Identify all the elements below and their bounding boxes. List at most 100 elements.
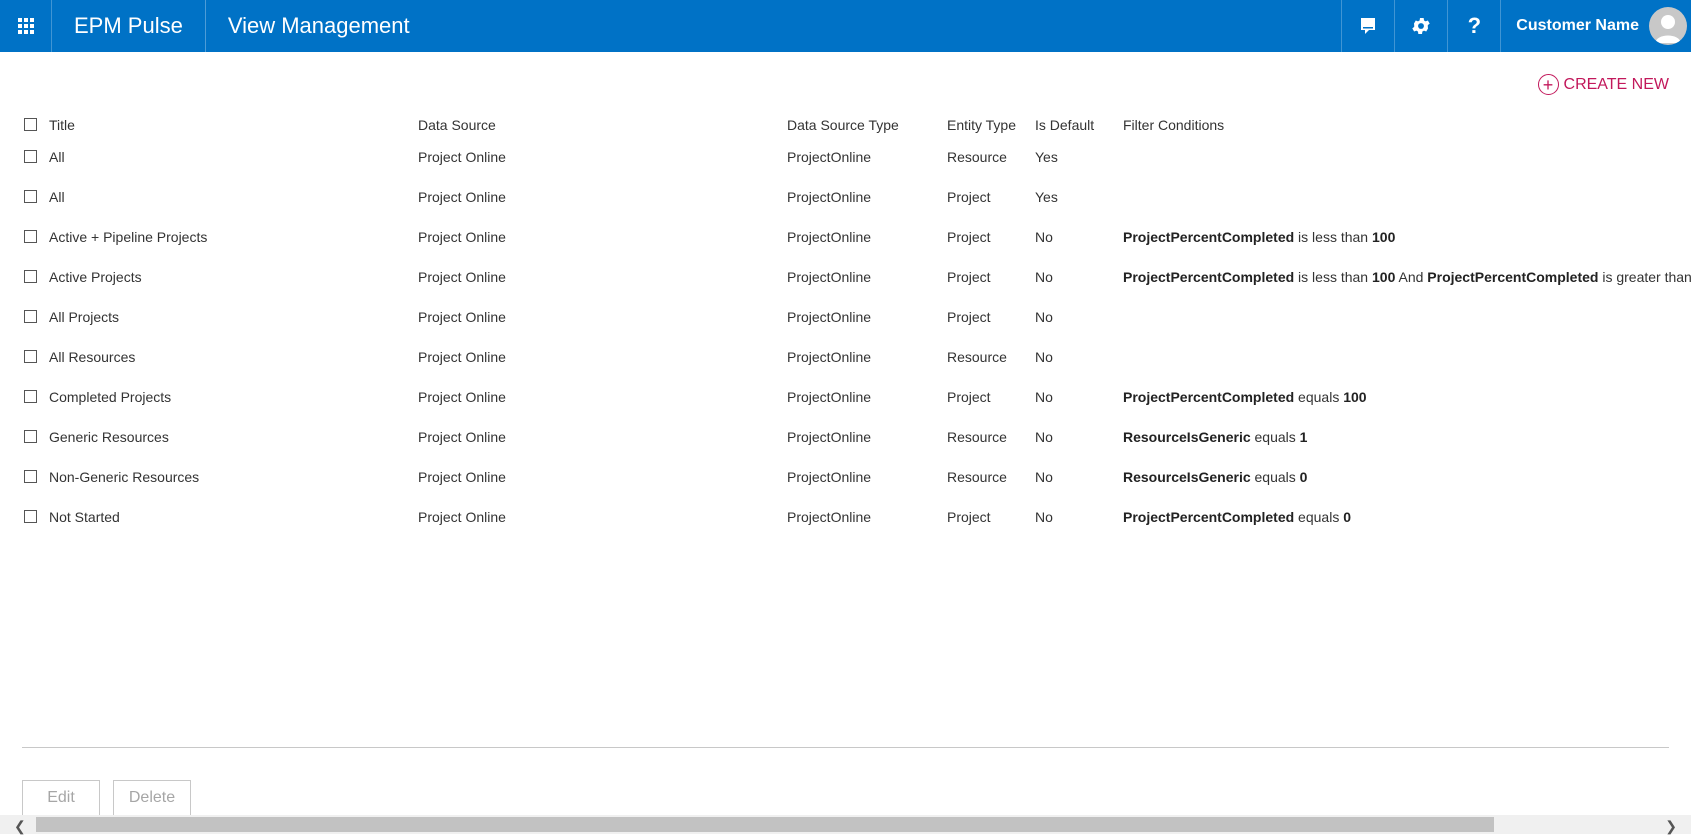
table-row[interactable]: Completed Projects Project Online ProjectO… [22,380,1682,420]
app-launcher-icon[interactable] [0,0,52,52]
filter-term: ProjectPercentCompleted [1123,389,1295,405]
cell-title[interactable]: Non-Generic Resources [49,460,199,494]
app-name[interactable]: EPM Pulse [52,0,206,52]
cell-entity-type: Resource [947,429,1007,445]
cell-data-source: Project Online [418,389,506,405]
filter-term: 0 [1299,469,1308,485]
cell-data-source: Project Online [418,269,506,285]
header-data-source-type[interactable]: Data Source Type [787,108,899,142]
cell-data-source-type: ProjectOnline [787,309,872,325]
header-filter-conditions[interactable]: Filter Conditions [1123,108,1224,142]
cell-is-default: No [1035,429,1053,445]
table-row[interactable]: Active Projects Project Online ProjectOnli… [22,260,1691,300]
divider [22,747,1669,748]
filter-term: 0 [1343,509,1352,525]
scroll-left-icon[interactable]: ❮ [14,818,26,835]
header-entity-type[interactable]: Entity Type [947,108,1016,142]
cell-entity-type: Project [947,229,991,245]
table-row[interactable]: All Projects Project Online ProjectOnline P… [22,300,1682,340]
cell-data-source: Project Online [418,229,506,245]
filter-operator: equals [1294,509,1344,525]
cell-title[interactable]: Completed Projects [49,380,171,414]
cell-entity-type: Resource [947,469,1007,485]
filter-term: 100 [1372,229,1396,245]
notifications-icon[interactable] [1341,0,1394,52]
row-checkbox[interactable] [24,310,37,323]
header-title[interactable]: Title [49,108,75,142]
row-checkbox[interactable] [24,350,37,363]
cell-data-source: Project Online [418,469,506,485]
plus-circle-icon: + [1537,74,1559,95]
filter-operator: is greater than [1598,269,1691,285]
cell-data-source-type: ProjectOnline [787,269,872,285]
cell-entity-type: Project [947,269,991,285]
scroll-right-icon[interactable]: ❯ [1665,818,1677,835]
views-table: Title Data Source Data Source Type Entit… [22,108,1691,540]
cell-filter-conditions: ProjectPercentCompleted is less than 100 [1123,220,1395,254]
row-checkbox[interactable] [24,270,37,283]
cell-entity-type: Project [947,309,991,325]
select-all-checkbox[interactable] [24,118,37,131]
cell-is-default: No [1035,509,1053,525]
cell-title[interactable]: All Projects [49,300,119,334]
row-checkbox[interactable] [24,510,37,523]
create-new-label: CREATE NEW [1563,75,1669,93]
avatar[interactable] [1649,7,1687,45]
table-row[interactable]: Not Started Project Online ProjectOnline Pr… [22,500,1682,540]
horizontal-scrollbar[interactable]: ❮ ❯ [0,815,1691,834]
cell-is-default: Yes [1035,149,1058,165]
row-checkbox[interactable] [24,390,37,403]
user-name[interactable]: Customer Name [1500,0,1649,52]
scrollbar-thumb[interactable] [36,817,1494,832]
delete-button[interactable]: Delete [113,780,191,816]
table-row[interactable]: Generic Resources Project Online ProjectOn… [22,420,1682,460]
table-row[interactable]: Active + Pipeline Projects Project Online… [22,220,1682,260]
filter-operator: equals [1250,469,1300,485]
cell-title[interactable]: Active + Pipeline Projects [49,220,207,254]
cell-data-source: Project Online [418,149,506,165]
cell-data-source-type: ProjectOnline [787,149,872,165]
cell-data-source-type: ProjectOnline [787,189,872,205]
cell-title[interactable]: Generic Resources [49,420,169,454]
cell-title[interactable]: All Resources [49,340,135,374]
table-header: Title Data Source Data Source Type Entit… [22,108,1682,140]
cell-filter-conditions: ResourceIsGeneric equals 1 [1123,420,1307,454]
top-right-controls: ? Customer Name [1341,0,1691,52]
cell-data-source: Project Online [418,349,506,365]
cell-entity-type: Resource [947,149,1007,165]
table-row[interactable]: All Project Online ProjectOnline Resource Ye… [22,140,1682,180]
row-checkbox[interactable] [24,470,37,483]
edit-button[interactable]: Edit [22,780,100,816]
create-new-button[interactable]: + CREATE NEW [1537,74,1669,95]
header-is-default[interactable]: Is Default [1035,108,1094,142]
filter-term: 100 [1343,389,1367,405]
cell-title[interactable]: Not Started [49,500,120,534]
cell-data-source: Project Online [418,509,506,525]
row-checkbox[interactable] [24,230,37,243]
filter-operator: is less than [1294,269,1372,285]
filter-term: ResourceIsGeneric [1123,469,1251,485]
cell-data-source: Project Online [418,189,506,205]
help-icon[interactable]: ? [1447,0,1500,52]
cell-entity-type: Project [947,389,991,405]
filter-term: ProjectPercentCompleted [1123,509,1295,525]
header-data-source[interactable]: Data Source [418,108,496,142]
filter-term: ProjectPercentCompleted [1123,229,1295,245]
cell-entity-type: Project [947,509,991,525]
row-checkbox[interactable] [24,190,37,203]
cell-is-default: No [1035,469,1053,485]
table-row[interactable]: All Project Online ProjectOnline Project Yes [22,180,1682,220]
cell-title[interactable]: All [49,180,65,214]
cell-data-source: Project Online [418,309,506,325]
table-row[interactable]: All Resources Project Online ProjectOnline… [22,340,1682,380]
cell-title[interactable]: Active Projects [49,260,142,294]
cell-title[interactable]: All [49,140,65,174]
table-row[interactable]: Non-Generic Resources Project Online Proje… [22,460,1682,500]
filter-term: ProjectPercentCompleted [1427,269,1599,285]
row-checkbox[interactable] [24,430,37,443]
filter-operator: And [1395,269,1428,285]
cell-filter-conditions: ProjectPercentCompleted is less than 100… [1123,260,1691,294]
gear-icon[interactable] [1394,0,1447,52]
cell-data-source: Project Online [418,429,506,445]
row-checkbox[interactable] [24,150,37,163]
